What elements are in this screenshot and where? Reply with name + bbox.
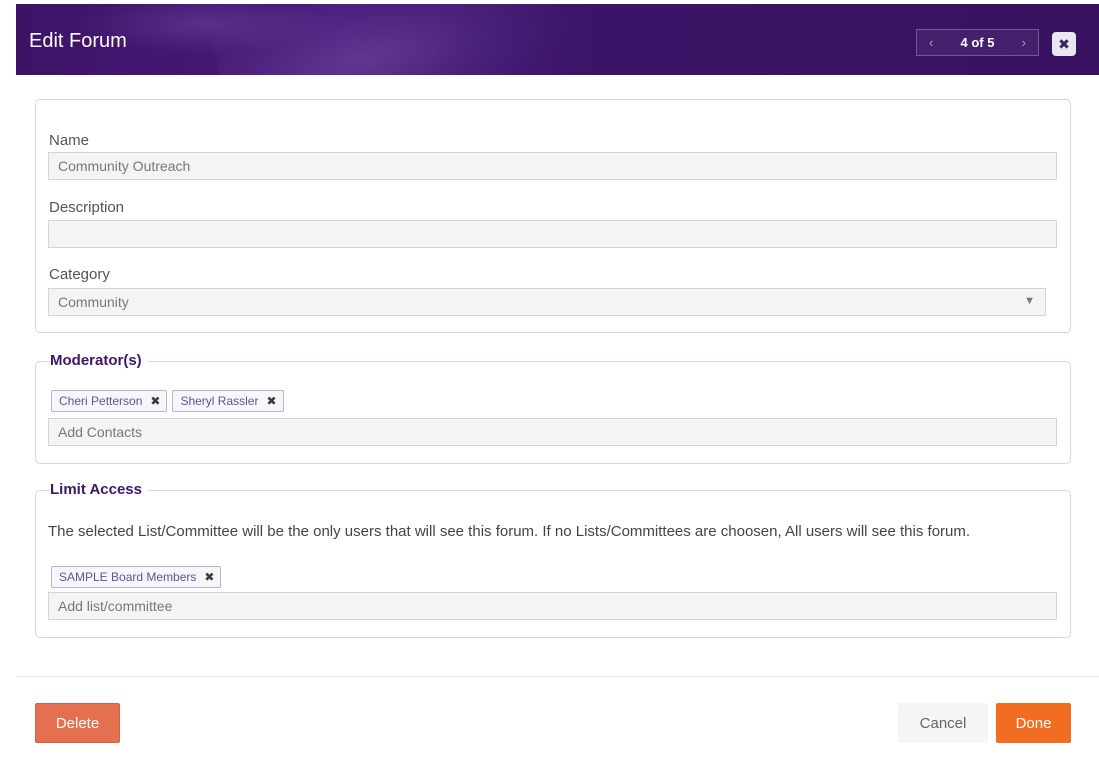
cancel-button[interactable]: Cancel bbox=[898, 703, 988, 743]
remove-tag-icon[interactable]: ✖ bbox=[266, 394, 276, 408]
edit-forum-dialog: Edit Forum ‹ 4 of 5 › ✖ Name Community O… bbox=[16, 0, 1099, 763]
close-icon[interactable]: ✖ bbox=[1052, 32, 1076, 56]
limit-access-panel: Limit Access The selected List/Committee… bbox=[35, 481, 1071, 638]
chevron-right-icon[interactable]: › bbox=[1022, 35, 1026, 50]
moderators-panel: Moderator(s) Cheri Petterson ✖ Sheryl Ra… bbox=[35, 352, 1071, 464]
category-value: Community bbox=[58, 294, 129, 310]
description-field[interactable] bbox=[48, 220, 1057, 248]
tag-label: SAMPLE Board Members bbox=[59, 570, 197, 584]
access-tag: SAMPLE Board Members ✖ bbox=[51, 566, 222, 588]
dialog-title: Edit Forum bbox=[29, 30, 127, 52]
remove-tag-icon[interactable]: ✖ bbox=[204, 570, 214, 584]
limit-access-description: The selected List/Committee will be the … bbox=[48, 523, 971, 540]
tag-label: Sheryl Rassler bbox=[180, 394, 259, 408]
limit-access-legend: Limit Access bbox=[50, 481, 148, 498]
access-tags: SAMPLE Board Members ✖ bbox=[51, 566, 222, 588]
moderators-legend: Moderator(s) bbox=[50, 352, 148, 369]
record-pager: ‹ 4 of 5 › bbox=[916, 29, 1039, 56]
category-label: Category bbox=[49, 266, 110, 283]
name-label: Name bbox=[49, 132, 90, 149]
moderator-tags: Cheri Petterson ✖ Sheryl Rassler ✖ bbox=[51, 390, 284, 412]
name-field[interactable]: Community Outreach bbox=[48, 152, 1057, 180]
done-button[interactable]: Done bbox=[996, 703, 1071, 743]
add-list-committee-input[interactable]: Add list/committee bbox=[48, 592, 1057, 620]
header-decoration-swirl bbox=[206, 4, 586, 75]
category-select[interactable]: Community ▼ bbox=[48, 288, 1046, 316]
footer-divider bbox=[16, 676, 1099, 677]
tag-label: Cheri Petterson bbox=[59, 394, 143, 408]
dropdown-arrow-icon: ▼ bbox=[1024, 295, 1035, 307]
pager-count: 4 of 5 bbox=[960, 35, 995, 50]
details-panel: Name Community Outreach Description Cate… bbox=[35, 99, 1071, 333]
moderator-tag: Cheri Petterson ✖ bbox=[51, 390, 168, 412]
delete-button[interactable]: Delete bbox=[35, 703, 120, 743]
add-contacts-input[interactable]: Add Contacts bbox=[48, 418, 1057, 446]
dialog-header: Edit Forum ‹ 4 of 5 › ✖ bbox=[16, 4, 1099, 75]
description-label: Description bbox=[49, 199, 125, 216]
moderator-tag: Sheryl Rassler ✖ bbox=[172, 390, 284, 412]
remove-tag-icon[interactable]: ✖ bbox=[150, 394, 160, 408]
chevron-left-icon[interactable]: ‹ bbox=[929, 35, 933, 50]
